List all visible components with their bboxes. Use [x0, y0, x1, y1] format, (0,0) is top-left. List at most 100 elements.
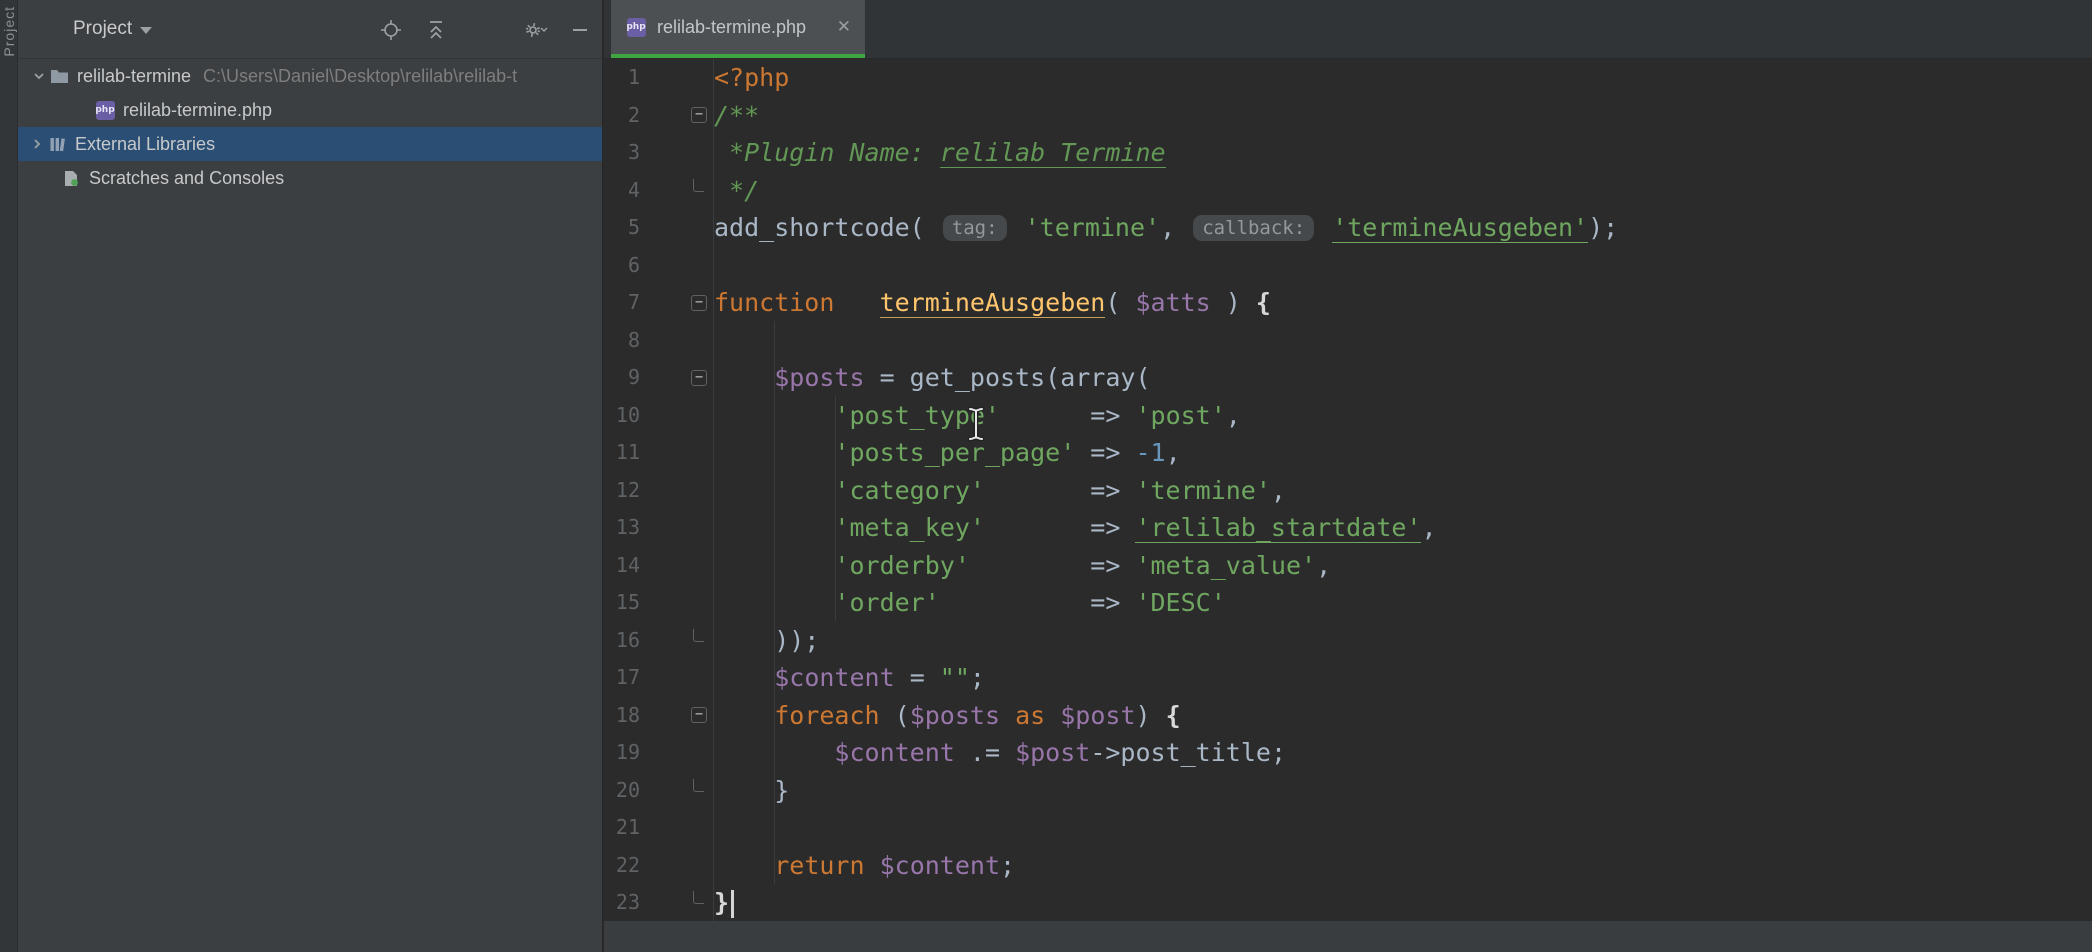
ide-window: Project Project [0, 0, 2092, 952]
gutter-fold-column [640, 322, 714, 360]
gutter-fold-column: − [640, 359, 714, 397]
project-stripe-label[interactable]: Project [1, 6, 17, 57]
gutter-fold-column [640, 472, 714, 510]
fold-end-icon[interactable] [693, 891, 704, 904]
project-panel-title: Project [73, 18, 132, 40]
tab-relilab-termine-php[interactable]: php relilab-termine.php ✕ [611, 0, 865, 58]
tree-item-external-libraries[interactable]: External Libraries [18, 127, 602, 161]
gutter-fold-column [640, 509, 714, 547]
code-text: /** [714, 97, 759, 135]
php-file-icon: php [625, 17, 647, 37]
text-caret [731, 890, 734, 918]
code-line[interactable]: 10 'post_type' => 'post', [604, 397, 2092, 435]
line-number: 10 [604, 397, 640, 435]
tree-item-root-folder[interactable]: relilab-termine C:\Users\Daniel\Desktop\… [18, 59, 602, 93]
code-line[interactable]: 15 'order' => 'DESC' [604, 584, 2092, 622]
code-text: return $content; [714, 847, 1015, 885]
gutter-fold-column [640, 134, 714, 172]
line-number: 3 [604, 134, 640, 172]
fold-collapse-icon[interactable]: − [691, 707, 707, 723]
chevron-right-icon[interactable] [28, 138, 46, 150]
line-number: 2 [604, 97, 640, 135]
project-view-dropdown[interactable]: Project [73, 18, 152, 40]
code-text: 'category' => 'termine', [714, 472, 1286, 510]
line-number: 6 [604, 247, 640, 285]
fold-collapse-icon[interactable]: − [691, 295, 707, 311]
close-icon[interactable]: ✕ [835, 17, 853, 37]
code-line[interactable]: 6 [604, 247, 2092, 285]
locate-icon[interactable] [378, 17, 404, 43]
gutter-fold-column [640, 547, 714, 585]
gutter-fold-column [640, 809, 714, 847]
fold-end-icon[interactable] [693, 779, 704, 792]
fold-collapse-icon[interactable]: − [691, 107, 707, 123]
fold-collapse-icon[interactable]: − [691, 370, 707, 386]
gutter-fold-column: − [640, 284, 714, 322]
editor-tab-bar: php relilab-termine.php ✕ [604, 0, 2092, 59]
line-number: 14 [604, 547, 640, 585]
code-line[interactable]: 19 $content .= $post->post_title; [604, 734, 2092, 772]
code-line[interactable]: 21 [604, 809, 2092, 847]
tree-item-label: relilab-termine [77, 66, 191, 87]
code-line[interactable]: 20 } [604, 772, 2092, 810]
code-text: add_shortcode( tag: 'termine', callback:… [714, 209, 1618, 247]
libraries-icon [46, 134, 68, 154]
line-number: 12 [604, 472, 640, 510]
code-line[interactable]: 5add_shortcode( tag: 'termine', callback… [604, 209, 2092, 247]
line-number: 8 [604, 322, 640, 360]
fold-end-icon[interactable] [693, 179, 704, 192]
code-line[interactable]: 9− $posts = get_posts(array( [604, 359, 2092, 397]
code-text: */ [714, 172, 759, 210]
project-panel-toolbar: Project [18, 0, 602, 59]
code-line[interactable]: 22 return $content; [604, 847, 2092, 885]
line-number: 16 [604, 622, 640, 660]
tree-item-label: External Libraries [75, 134, 215, 155]
gutter-fold-column [640, 209, 714, 247]
collapse-all-icon[interactable] [423, 17, 449, 43]
code-text: 'order' => 'DESC' [714, 584, 1226, 622]
code-line[interactable]: 12 'category' => 'termine', [604, 472, 2092, 510]
line-number: 11 [604, 434, 640, 472]
code-text: $content .= $post->post_title; [714, 734, 1286, 772]
scratches-icon [60, 168, 82, 188]
code-text: )); [714, 622, 819, 660]
gutter-fold-column [640, 659, 714, 697]
line-number: 23 [604, 884, 640, 922]
code-line[interactable]: 16 )); [604, 622, 2092, 660]
code-line[interactable]: 17 $content = ""; [604, 659, 2092, 697]
gutter-fold-column [640, 434, 714, 472]
code-line[interactable]: 18− foreach ($posts as $post) { [604, 697, 2092, 735]
parameter-hint: tag: [943, 215, 1007, 241]
tree-item-scratches[interactable]: Scratches and Consoles [18, 161, 602, 195]
code-editor[interactable]: 1<?php2−/**3 *Plugin Name: relilab Termi… [604, 59, 2092, 952]
gutter-fold-column [640, 734, 714, 772]
code-text: 'orderby' => 'meta_value', [714, 547, 1331, 585]
line-number: 13 [604, 509, 640, 547]
code-line[interactable]: 13 'meta_key' => 'relilab_startdate', [604, 509, 2092, 547]
line-number: 18 [604, 697, 640, 735]
code-line[interactable]: 3 *Plugin Name: relilab Termine [604, 134, 2092, 172]
code-line[interactable]: 23} [604, 884, 2092, 922]
code-line[interactable]: 8 [604, 322, 2092, 360]
gutter-fold-column [640, 884, 714, 922]
project-panel: Project [18, 0, 603, 952]
tree-item-label: Scratches and Consoles [89, 168, 284, 189]
code-line[interactable]: 14 'orderby' => 'meta_value', [604, 547, 2092, 585]
tool-window-stripe[interactable]: Project [0, 0, 18, 952]
code-text: 'meta_key' => 'relilab_startdate', [714, 509, 1437, 547]
gutter-fold-column: − [640, 97, 714, 135]
code-line[interactable]: 7−function termineAusgeben( $atts ) { [604, 284, 2092, 322]
code-line[interactable]: 2 −/** [604, 97, 2092, 135]
code-line[interactable]: 4 */ [604, 172, 2092, 210]
code-text: 'post_type' => 'post', [714, 397, 1241, 435]
code-line[interactable]: 1<?php [604, 59, 2092, 97]
tree-item-php-file[interactable]: php relilab-termine.php [18, 93, 602, 127]
chevron-down-icon[interactable] [30, 70, 48, 82]
hide-panel-icon[interactable] [567, 17, 593, 43]
code-lines: 1<?php2−/**3 *Plugin Name: relilab Termi… [604, 59, 2092, 922]
fold-end-icon[interactable] [693, 629, 704, 642]
settings-gear-icon[interactable] [523, 17, 549, 43]
code-line[interactable]: 11 'posts_per_page' => -1, [604, 434, 2092, 472]
code-text: 'posts_per_page' => -1, [714, 434, 1181, 472]
line-number: 1 [604, 59, 640, 97]
